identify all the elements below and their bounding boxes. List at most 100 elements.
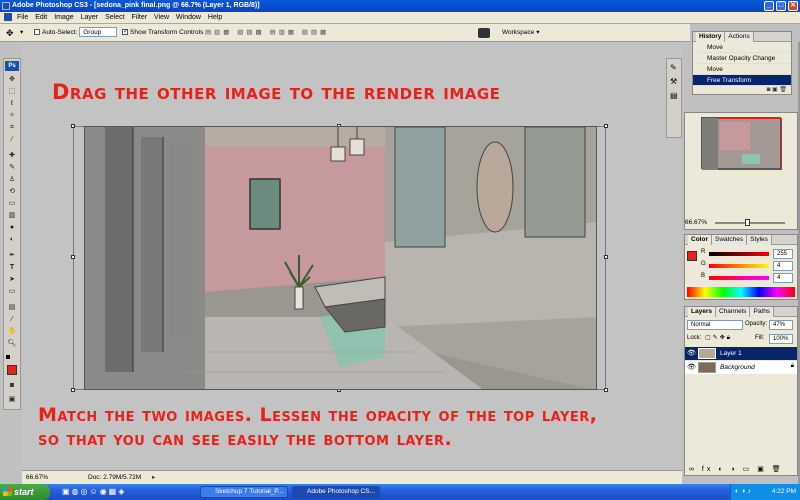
maximize-button[interactable]: □ <box>776 1 786 11</box>
crop-tool-icon[interactable]: ⌗ <box>7 123 17 132</box>
tab-styles[interactable]: Styles <box>747 235 772 245</box>
transform-handle[interactable] <box>71 255 75 259</box>
status-zoom[interactable]: 66.67% <box>26 474 48 481</box>
color-r-slider[interactable] <box>709 252 769 256</box>
color-g-slider[interactable] <box>709 264 769 268</box>
menu-filter[interactable]: Filter <box>132 14 148 21</box>
menu-view[interactable]: View <box>154 14 169 21</box>
blend-mode-dropdown[interactable]: Normal <box>687 320 743 330</box>
transform-handle[interactable] <box>71 388 75 392</box>
history-footer-icons[interactable]: ◙ ▣ 🗑︎ <box>767 86 787 93</box>
status-menu-arrow-icon[interactable]: ▸ <box>152 471 155 485</box>
brushes-panel-icon[interactable]: ✎ <box>670 63 677 72</box>
history-item[interactable]: Free Transform <box>693 75 791 86</box>
fill-input[interactable]: 100% <box>769 334 793 344</box>
tab-channels[interactable]: Channels <box>715 307 751 317</box>
move-tool-preset-icon[interactable]: ✥ <box>6 28 18 38</box>
tab-swatches[interactable]: Swatches <box>711 235 748 245</box>
tab-history[interactable]: History <box>696 32 726 42</box>
history-item[interactable]: Master Opacity Change <box>693 53 791 64</box>
close-button[interactable]: ✕ <box>788 1 798 11</box>
color-b-value[interactable]: 4 <box>773 273 793 283</box>
palette-well-icon[interactable] <box>478 28 490 38</box>
navigator-slider-thumb[interactable] <box>745 219 750 226</box>
layer-row[interactable]: 👁︎ Layer 1 <box>685 347 797 360</box>
minimize-button[interactable]: _ <box>764 1 774 11</box>
align-buttons[interactable]: ▤▥▦ ▧▨▩ ▤▥▦ ▧▨▩ <box>205 24 329 42</box>
menu-image[interactable]: Image <box>54 14 73 21</box>
layer-name[interactable]: Layer 1 <box>720 347 742 360</box>
taskbar-item-sketchup[interactable]: Sketchup 7 Tutorial_P... <box>200 486 288 498</box>
menu-select[interactable]: Select <box>105 14 124 21</box>
default-colors-icon[interactable] <box>6 355 10 359</box>
screen-mode-icon[interactable]: ▣ <box>7 395 17 404</box>
quick-launch-icons[interactable]: ▣◍◎☺◉▦◈ <box>62 487 126 496</box>
taskbar-item-photoshop[interactable]: Adobe Photoshop CS... <box>292 486 380 498</box>
history-item[interactable]: Move <box>693 64 791 75</box>
magic-wand-icon[interactable]: ✧ <box>7 111 17 120</box>
eraser-tool-icon[interactable]: ▭ <box>7 199 17 208</box>
foreground-color-swatch[interactable] <box>7 365 17 375</box>
gradient-tool-icon[interactable]: ▥ <box>7 211 17 220</box>
tool-presets-icon[interactable]: ⚒ <box>670 77 677 86</box>
layer-name[interactable]: Background <box>720 361 755 374</box>
color-spectrum-bar[interactable] <box>687 287 795 297</box>
opacity-input[interactable]: 47% <box>769 320 793 330</box>
navigator-zoom-slider[interactable] <box>715 222 785 224</box>
auto-select-checkbox[interactable] <box>34 29 40 36</box>
quick-mask-icon[interactable]: ◙ <box>7 381 17 390</box>
color-foreground-swatch[interactable] <box>687 251 697 261</box>
transform-handle[interactable] <box>604 255 608 259</box>
clock[interactable]: 4:22 PM <box>772 488 796 495</box>
color-b-slider[interactable] <box>709 276 769 280</box>
transform-handle[interactable] <box>71 124 75 128</box>
blur-tool-icon[interactable]: ● <box>7 223 17 232</box>
menu-layer[interactable]: Layer <box>81 14 99 21</box>
menu-help[interactable]: Help <box>208 14 222 21</box>
slice-tool-icon[interactable]: ∕ <box>7 135 17 144</box>
shape-tool-icon[interactable]: ▭ <box>7 287 17 296</box>
marquee-tool-icon[interactable]: ⬚ <box>7 87 17 96</box>
render-image[interactable] <box>84 126 597 390</box>
pen-tool-icon[interactable]: ✒ <box>7 251 17 260</box>
menu-window[interactable]: Window <box>176 14 201 21</box>
layer-row[interactable]: 👁︎ Background 🔒︎ <box>685 361 797 374</box>
menu-edit[interactable]: Edit <box>35 14 47 21</box>
auto-select-dropdown[interactable]: Group <box>79 27 118 38</box>
transform-controls-checkbox[interactable]: ✓ <box>122 29 128 36</box>
layer-visibility-eye-icon[interactable]: 👁︎ <box>687 349 696 357</box>
layer-visibility-eye-icon[interactable]: 👁︎ <box>687 363 696 371</box>
zoom-tool-icon[interactable]: 🔍︎ <box>7 339 17 348</box>
menu-file[interactable]: File <box>17 14 28 21</box>
tab-color[interactable]: Color <box>688 235 712 245</box>
start-button[interactable]: start <box>0 484 50 500</box>
history-brush-icon[interactable]: ⟲ <box>7 187 17 196</box>
type-tool-icon[interactable]: T <box>7 263 17 272</box>
color-r-value[interactable]: 255 <box>773 249 793 259</box>
brush-tool-icon[interactable]: ✎ <box>7 163 17 172</box>
move-tool-icon[interactable]: ✥ <box>7 75 17 84</box>
tray-icons[interactable]: ◐ ◑ ♪ <box>735 484 751 500</box>
tab-paths[interactable]: Paths <box>750 307 775 317</box>
transform-handle[interactable] <box>604 124 608 128</box>
layer-comps-icon[interactable]: ▤ <box>670 91 678 100</box>
transform-handle[interactable] <box>604 388 608 392</box>
tab-actions[interactable]: Actions <box>725 32 754 42</box>
layers-footer-icons[interactable]: ∞ fx ◐ ◑ ▭ ▣ 🗑︎ <box>689 465 784 473</box>
dodge-tool-icon[interactable]: ◐ <box>7 235 17 244</box>
tab-layers[interactable]: Layers <box>688 307 716 317</box>
ps-menu-icon[interactable] <box>4 13 12 22</box>
history-item[interactable]: Move <box>693 42 791 53</box>
navigator-thumbnail[interactable] <box>701 117 782 170</box>
clone-stamp-icon[interactable]: ♙ <box>7 175 17 184</box>
hand-tool-icon[interactable]: ✋ <box>7 327 17 336</box>
path-select-icon[interactable]: ➤ <box>7 275 17 284</box>
lock-icons[interactable]: ▢✎✥🔒︎ <box>705 334 732 342</box>
workspace-button[interactable]: Workspace ▾ <box>502 24 539 42</box>
color-g-value[interactable]: 4 <box>773 261 793 271</box>
navigator-zoom[interactable]: 66.67% <box>685 219 707 226</box>
lasso-tool-icon[interactable]: ℓ <box>7 99 17 108</box>
notes-tool-icon[interactable]: ▤ <box>7 303 17 312</box>
preset-dropdown-arrow-icon[interactable]: ▾ <box>20 24 23 42</box>
healing-brush-icon[interactable]: ✚ <box>7 151 17 160</box>
